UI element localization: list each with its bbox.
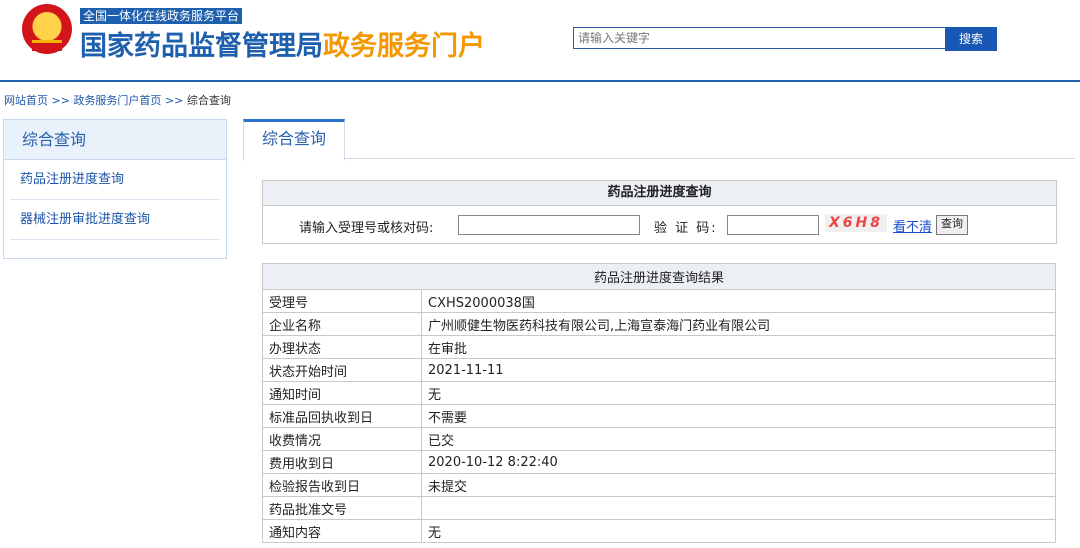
sidebar: 综合查询 药品注册进度查询 器械注册审批进度查询 (3, 119, 227, 259)
query-button[interactable]: 查询 (936, 215, 968, 235)
field-value: 在审批 (421, 335, 1056, 359)
platform-subtitle: 全国一体化在线政务服务平台 (80, 8, 243, 24)
table-row: 标准品回执收到日 不需要 (262, 404, 1056, 428)
field-name: 收费情况 (262, 427, 422, 451)
query-form: 请输入受理号或核对码: 验 证 码: X6H8 看不清 查询 (263, 206, 1056, 242)
field-value: 已交 (421, 427, 1056, 451)
site-title: 国家药品监督管理局政务服务门户 (80, 24, 485, 63)
field-value: 2020-10-12 8:22:40 (421, 450, 1056, 474)
field-value (421, 496, 1056, 520)
field-value: 无 (421, 519, 1056, 543)
table-row: 状态开始时间 2021-11-11 (262, 358, 1056, 382)
field-name: 企业名称 (262, 312, 422, 336)
acceptance-number-input[interactable] (458, 215, 640, 235)
field-name: 受理号 (262, 289, 422, 313)
breadcrumb-separator: >> (51, 94, 70, 107)
table-row: 受理号 CXHS2000038国 (262, 289, 1056, 313)
acceptance-number-label: 请输入受理号或核对码: (299, 221, 434, 236)
search-input[interactable] (573, 27, 947, 49)
table-row: 通知时间无 (262, 381, 1056, 405)
field-value: CXHS2000038国 (421, 289, 1056, 313)
breadcrumb: 网站首页 >> 政务服务门户首页 >> 综合查询 (4, 92, 231, 108)
site-title-accent: 政务服务门户 (323, 31, 485, 62)
captcha-label: 验 证 码: (654, 221, 718, 236)
breadcrumb-home-link[interactable]: 网站首页 (4, 94, 48, 107)
table-row: 检验报告收到日 未提交 (262, 473, 1056, 497)
result-table: 药品注册进度查询结果 受理号 CXHS2000038国 企业名称 广州顺健生物医药科… (262, 263, 1056, 543)
site-title-main: 国家药品监督管理局 (80, 31, 323, 62)
field-name: 通知时间 (262, 381, 422, 405)
breadcrumb-separator: >> (164, 94, 184, 107)
field-value: 2021-11-11 (421, 358, 1056, 382)
sidebar-item-device-registration[interactable]: 器械注册审批进度查询 (10, 200, 220, 240)
field-name: 状态开始时间 (262, 358, 422, 382)
result-title: 药品注册进度查询结果 (262, 263, 1056, 290)
field-name: 标准品回执收到日 (262, 404, 422, 428)
captcha-refresh-link[interactable]: 看不清 (893, 216, 932, 235)
national-emblem-icon (22, 4, 72, 54)
search-button[interactable]: 搜索 (945, 27, 997, 51)
field-value: 无 (421, 381, 1056, 405)
table-row: 收费情况 已交 (262, 427, 1056, 451)
table-row: 通知内容无 (262, 519, 1056, 543)
sidebar-heading: 综合查询 (4, 120, 226, 160)
query-panel-title: 药品注册进度查询 (263, 181, 1056, 206)
tab-bar: 综合查询 (243, 119, 1075, 161)
field-name: 检验报告收到日 (262, 473, 422, 497)
field-name: 通知内容 (262, 519, 422, 543)
tab-comprehensive-query[interactable]: 综合查询 (243, 119, 345, 161)
table-row: 企业名称 广州顺健生物医药科技有限公司,上海宣泰海门药业有限公司 (262, 312, 1056, 336)
field-name: 办理状态 (262, 335, 422, 359)
breadcrumb-portal-link[interactable]: 政务服务门户首页 (73, 94, 161, 107)
field-value: 广州顺健生物医药科技有限公司,上海宣泰海门药业有限公司 (421, 312, 1056, 336)
query-panel: 药品注册进度查询 请输入受理号或核对码: 验 证 码: X6H8 看不清 查询 (262, 180, 1057, 244)
captcha-input[interactable] (727, 215, 819, 235)
table-row: 费用收到日 2020-10-12 8:22:40 (262, 450, 1056, 474)
captcha-image[interactable]: X6H8 (825, 214, 887, 232)
table-row: 办理状态 在审批 (262, 335, 1056, 359)
result-header-row: 药品注册进度查询结果 (262, 263, 1056, 290)
field-name: 药品批准文号 (262, 496, 422, 520)
field-value: 不需要 (421, 404, 1056, 428)
table-row: 药品批准文号 (262, 496, 1056, 520)
field-value: 未提交 (421, 473, 1056, 497)
sidebar-item-drug-registration[interactable]: 药品注册进度查询 (10, 160, 220, 200)
field-name: 费用收到日 (262, 450, 422, 474)
breadcrumb-current: 综合查询 (186, 94, 231, 107)
site-header: 全国一体化在线政务服务平台 国家药品监督管理局政务服务门户 搜索 (0, 0, 1080, 82)
